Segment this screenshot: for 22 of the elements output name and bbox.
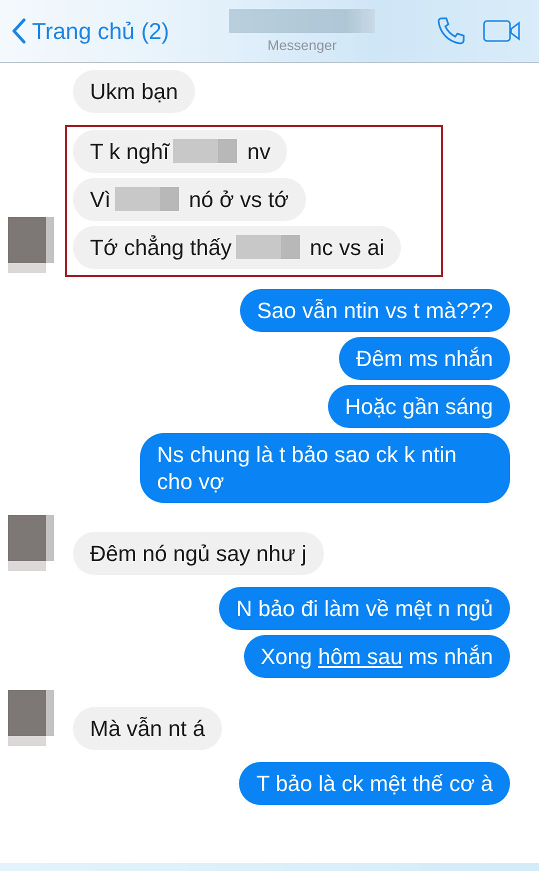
received-message: Vì nó ở vs tớ (73, 178, 306, 221)
redaction-block (114, 187, 179, 211)
received-message: Ukm bạn (73, 70, 196, 113)
received-message: Đêm nó ngủ say như j (73, 532, 324, 575)
back-chevron-icon (12, 18, 26, 44)
phone-icon (435, 15, 467, 47)
sent-message: Đêm ms nhắn (339, 337, 510, 380)
sent-message: Ns chung là t bảo sao ck k ntin cho vợ (140, 433, 510, 503)
chat-subtitle: Messenger (267, 37, 337, 53)
redaction-block (173, 139, 238, 163)
back-button[interactable]: Trang chủ (2) (12, 18, 170, 44)
video-camera-icon (483, 19, 521, 43)
received-message: Tớ chẳng thấy nc vs ai (73, 226, 402, 269)
sent-message: T bảo là ck mệt thế cơ à (239, 762, 510, 805)
sent-message: N bảo đi làm về mệt n ngủ (219, 587, 510, 630)
sent-message: Hoặc gần sáng (328, 385, 510, 428)
received-message: T k nghĩ nv (73, 130, 288, 173)
redaction-block (236, 235, 300, 259)
sent-message: Xong hôm sau ms nhắn (244, 635, 510, 678)
message-link[interactable]: hôm sau (318, 644, 402, 669)
received-message: Mà vẫn nt á (73, 707, 222, 750)
sent-message: Sao vẫn ntin vs t mà??? (240, 289, 510, 332)
